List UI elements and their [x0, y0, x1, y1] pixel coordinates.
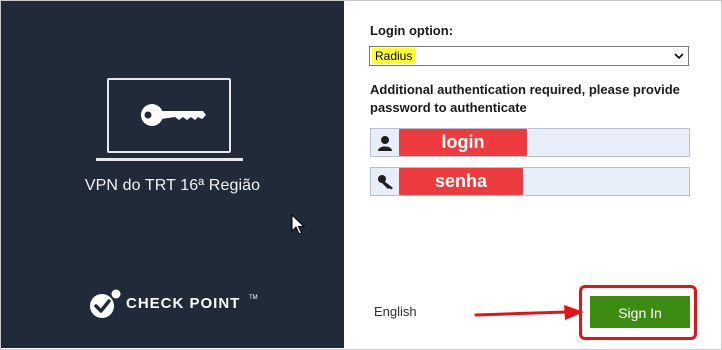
- auth-message-line1: Additional authentication required, plea…: [370, 82, 680, 97]
- brand-panel: VPN do TRT 16ª Região CHECK POINT TM: [1, 1, 344, 348]
- checkpoint-logo-text: CHECK POINT: [126, 295, 241, 312]
- language-link[interactable]: English: [374, 304, 417, 319]
- key-icon: [378, 175, 393, 190]
- checkpoint-logo-icon: [90, 289, 121, 318]
- mouse-cursor-icon: [291, 214, 305, 235]
- site-name: VPN do TRT 16ª Região: [84, 177, 261, 194]
- password-redaction: senha: [399, 168, 523, 195]
- key-icon-box: [371, 168, 399, 195]
- user-icon: [378, 136, 392, 151]
- chevron-down-icon: [674, 53, 684, 60]
- login-option-select[interactable]: Radius: [369, 46, 689, 66]
- username-redaction: login: [399, 129, 527, 156]
- username-field[interactable]: login: [370, 128, 690, 157]
- login-option-value: Radius: [372, 48, 416, 64]
- login-option-label: Login option:: [370, 23, 454, 38]
- auth-message-line2: password to authenticate: [370, 100, 527, 115]
- password-field[interactable]: senha: [370, 167, 690, 196]
- red-arrow-icon: [474, 305, 584, 320]
- sign-in-button[interactable]: Sign In: [590, 296, 690, 328]
- laptop-base: [96, 158, 243, 161]
- logo-trademark: TM: [249, 295, 258, 301]
- key-icon: [141, 104, 206, 126]
- user-icon-box: [371, 129, 399, 156]
